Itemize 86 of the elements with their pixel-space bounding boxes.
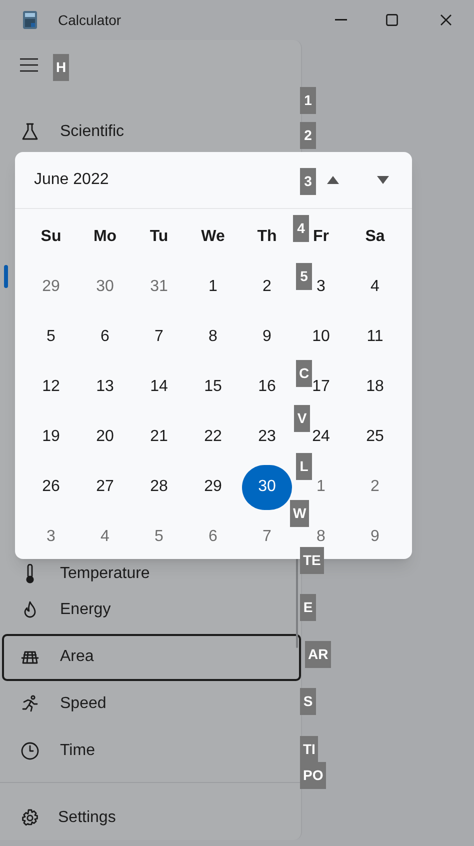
calendar-day[interactable]: 3 [314, 275, 328, 299]
keytip: TI [300, 736, 318, 763]
calendar-day[interactable]: 5 [44, 325, 58, 349]
calendar-day[interactable]: 17 [310, 375, 332, 399]
weekday-label: Tu [150, 227, 168, 247]
nav-item[interactable]: Scientific [2, 108, 301, 156]
calendar-day[interactable]: 5 [152, 525, 166, 549]
nav-item[interactable]: Temperature [2, 560, 301, 587]
calendar-day[interactable]: 13 [94, 375, 116, 399]
calendar-day[interactable]: 26 [40, 475, 62, 499]
calendar-day[interactable]: 29 [40, 275, 62, 299]
calendar-day[interactable]: 31 [148, 275, 170, 299]
calendar-day[interactable]: 4 [368, 275, 382, 299]
calendar-day[interactable]: 30 [94, 275, 116, 299]
calendar-day[interactable]: 29 [202, 475, 224, 499]
calendar-day[interactable]: 2 [368, 475, 382, 499]
calendar-day[interactable]: 30 [242, 464, 292, 510]
calendar-day[interactable]: 8 [314, 525, 328, 549]
keytip: E [300, 594, 316, 621]
keytip: AR [305, 641, 332, 668]
calendar-day[interactable]: 23 [256, 425, 278, 449]
calendar-day[interactable]: 22 [202, 425, 224, 449]
menu-icon[interactable] [20, 58, 38, 72]
calculator-app-icon [22, 10, 38, 30]
calendar-day[interactable]: 9 [368, 525, 382, 549]
calendar-day[interactable]: 7 [260, 525, 274, 549]
keytip: L [296, 453, 312, 480]
calendar-day[interactable]: 18 [364, 375, 386, 399]
settings-item[interactable]: Settings [2, 796, 301, 840]
keytip: H [53, 54, 70, 81]
keytip: C [296, 360, 312, 387]
keytip: W [290, 500, 310, 527]
nav-item[interactable]: Area [2, 634, 301, 681]
calendar-day[interactable]: 10 [310, 325, 332, 349]
keytip: 4 [293, 215, 309, 242]
weekday-label: Su [40, 227, 62, 247]
runner-icon [20, 694, 40, 714]
nav-item[interactable]: Time [2, 728, 301, 775]
calendar-day[interactable]: 8 [206, 325, 220, 349]
keytip: 3 [300, 168, 316, 195]
weekday-label: We [201, 227, 225, 247]
calendar-day[interactable]: 12 [40, 375, 62, 399]
keytip: TE [300, 547, 324, 574]
maximize-icon[interactable] [386, 14, 398, 26]
selection-indicator [4, 265, 8, 288]
calendar-day[interactable]: 24 [310, 425, 332, 449]
calendar-day[interactable]: 1 [206, 275, 220, 299]
calendar-day[interactable]: 2 [260, 275, 274, 299]
calendar-day[interactable]: 25 [364, 425, 386, 449]
minimize-icon[interactable] [335, 19, 347, 21]
next-month-icon[interactable] [377, 176, 389, 184]
weekday-label: Sa [365, 227, 385, 247]
calendar-day[interactable]: 14 [148, 375, 170, 399]
keytip: 5 [296, 263, 312, 290]
calendar-day[interactable]: 7 [152, 325, 166, 349]
calendar-day[interactable]: 16 [256, 375, 278, 399]
nav-item[interactable]: Energy [2, 586, 301, 634]
keytip: 2 [300, 122, 316, 149]
previous-month-icon[interactable] [327, 176, 339, 184]
calendar-day[interactable]: 21 [148, 425, 170, 449]
keytip: PO [300, 762, 326, 789]
calendar-day[interactable]: 6 [98, 325, 112, 349]
keytip: V [294, 405, 310, 432]
close-icon[interactable] [440, 14, 452, 26]
month-year-button[interactable]: June 2022 [34, 168, 109, 192]
weekday-label: Th [257, 227, 277, 247]
calendar-day[interactable]: 3 [44, 525, 58, 549]
keytip: 1 [300, 87, 316, 114]
calendar-day[interactable]: 19 [40, 425, 62, 449]
clock-icon [20, 741, 40, 762]
weekday-label: Fr [313, 227, 329, 247]
nav-item[interactable]: Speed [2, 680, 301, 728]
calendar-day[interactable]: 9 [260, 325, 274, 349]
calendar-day[interactable]: 1 [314, 475, 328, 499]
calendar-day[interactable]: 4 [98, 525, 112, 549]
settings-icon [20, 808, 40, 828]
calendar-day[interactable]: 28 [148, 475, 170, 499]
weekday-label: Mo [93, 227, 117, 247]
calendar-day[interactable]: 15 [202, 375, 224, 399]
flask-icon [20, 122, 40, 142]
window-title: Calculator [58, 10, 122, 30]
keytip: S [300, 688, 316, 715]
calendar-day[interactable]: 6 [206, 525, 220, 549]
calendar-day[interactable]: 27 [94, 475, 116, 499]
calendar-day[interactable]: 20 [94, 425, 116, 449]
calendar-day[interactable]: 11 [364, 325, 386, 349]
